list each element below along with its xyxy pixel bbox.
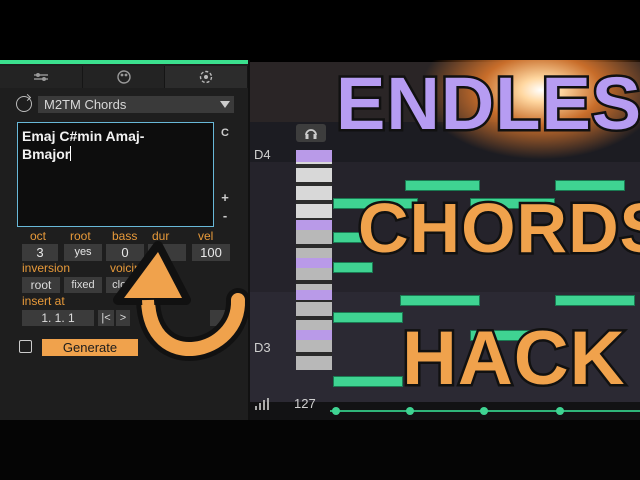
thumbnail: D4 D3 127 M2TM Chords Emaj C#min Amaj- B… (0, 0, 640, 480)
headline-line-1: ENDLESS (334, 61, 640, 146)
headline-line-2: CHORDS (355, 188, 640, 269)
headline-line-3: HACK (400, 315, 628, 402)
